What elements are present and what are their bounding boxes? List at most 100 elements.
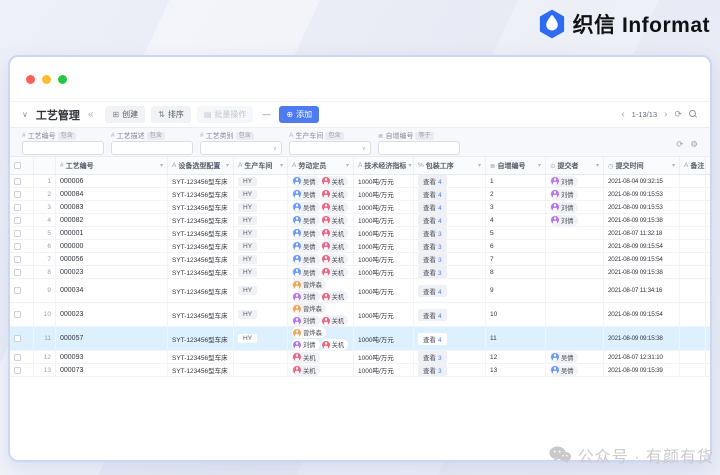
column-type-icon: A bbox=[358, 162, 363, 169]
view-button[interactable]: 查看 4 bbox=[418, 308, 447, 321]
row-checkbox[interactable] bbox=[14, 242, 21, 250]
table-row[interactable]: 11 000057 SYT-123456型车床 HY 曾烨森 刘倩 关机 1000吨/万元 查看… bbox=[10, 327, 710, 351]
filter-input-process-code[interactable] bbox=[22, 141, 104, 155]
cell-pack: 查看 3 bbox=[414, 253, 486, 265]
filter-operator[interactable]: 包含 bbox=[57, 131, 76, 140]
row-checkbox[interactable] bbox=[14, 311, 21, 318]
cell-staff: 曾烨森 刘倩 关机 bbox=[288, 327, 354, 350]
filter-operator[interactable]: 包含 bbox=[235, 131, 254, 140]
column-menu-caret[interactable]: ▾ bbox=[596, 162, 599, 169]
view-button[interactable]: 查看 4 bbox=[418, 214, 447, 226]
row-checkbox[interactable] bbox=[14, 287, 21, 294]
filter-operator[interactable]: 包含 bbox=[325, 131, 344, 140]
filter-input-auto-number[interactable] bbox=[378, 141, 460, 155]
minimize-window-button[interactable] bbox=[42, 74, 51, 84]
view-button[interactable]: 查看 4 bbox=[418, 284, 447, 297]
view-button[interactable]: 查看 3 bbox=[418, 227, 447, 239]
column-header-submitter[interactable]: ⊙ 提交者 ▾ bbox=[546, 157, 604, 174]
column-menu-caret[interactable]: ▾ bbox=[478, 162, 481, 169]
view-button[interactable]: 查看 4 bbox=[418, 332, 447, 345]
chevron-down-icon[interactable]: ∨ bbox=[22, 110, 28, 119]
column-menu-caret[interactable]: ▾ bbox=[346, 162, 349, 169]
filter-operator[interactable]: 包含 bbox=[146, 131, 165, 140]
view-button[interactable]: 查看 3 bbox=[418, 240, 447, 252]
table-row[interactable]: 5 000001 SYT-123456型车床 HY 吴倩 关机 1000吨/万元 查看 3 5 20… bbox=[10, 227, 710, 240]
column-header-equip[interactable]: A 设备选型配置 ▾ bbox=[168, 157, 234, 174]
create-button[interactable]: ⊞ 创建 bbox=[105, 106, 146, 123]
refresh-icon[interactable]: ⟳ bbox=[674, 109, 682, 120]
view-button[interactable]: 查看 4 bbox=[418, 201, 447, 213]
column-menu-caret[interactable]: ▾ bbox=[538, 162, 541, 169]
row-checkbox[interactable] bbox=[14, 177, 21, 185]
table-row[interactable]: 7 000056 SYT-123456型车床 HY 吴倩 关机 1000吨/万元 查看 3 7 20… bbox=[10, 253, 710, 266]
pagination-next-button[interactable]: › bbox=[664, 109, 667, 120]
pagination-prev-button[interactable]: ‹ bbox=[621, 109, 624, 120]
column-header-check[interactable] bbox=[10, 157, 34, 174]
row-checkbox[interactable] bbox=[14, 255, 21, 263]
table-row[interactable]: 1 000006 SYT-123456型车床 HY 吴倩 关机 1000吨/万元 查看 4 1 刘倩… bbox=[10, 175, 710, 188]
cell-staff: 吴倩 关机 bbox=[288, 175, 354, 187]
column-menu-caret[interactable]: ▾ bbox=[226, 162, 229, 169]
row-checkbox[interactable] bbox=[14, 268, 21, 276]
view-button[interactable]: 查看 3 bbox=[418, 364, 447, 376]
table-row[interactable]: 4 000082 SYT-123456型车床 HY 吴倩 关机 1000吨/万元 查看 4 4 刘倩… bbox=[10, 214, 710, 227]
column-type-icon: A bbox=[684, 162, 689, 169]
row-checkbox[interactable] bbox=[14, 366, 21, 374]
gear-icon[interactable]: ⚙ bbox=[690, 139, 698, 150]
view-button[interactable]: 查看 3 bbox=[418, 253, 447, 265]
column-header-staff[interactable]: A 劳动定员 ▾ bbox=[288, 157, 354, 174]
sort-button[interactable]: ⇅ 排序 bbox=[151, 106, 191, 123]
maximize-window-button[interactable] bbox=[58, 74, 67, 84]
select-all-checkbox[interactable] bbox=[14, 162, 21, 169]
search-icon[interactable] bbox=[689, 110, 698, 119]
cell-check bbox=[10, 240, 34, 252]
column-menu-caret[interactable]: ▾ bbox=[672, 162, 675, 169]
view-button[interactable]: 查看 3 bbox=[418, 351, 447, 363]
cell-autonum: 11 bbox=[486, 327, 546, 350]
reset-filters-icon[interactable]: ⟳ bbox=[676, 139, 683, 150]
table-row[interactable]: 8 000023 SYT-123456型车床 HY 吴倩 关机 1000吨/万元 查看 3 8 20… bbox=[10, 266, 710, 279]
row-checkbox[interactable] bbox=[14, 216, 21, 224]
close-window-button[interactable] bbox=[26, 74, 35, 84]
column-header-autonum[interactable]: ≣ 自增编号 ▾ bbox=[486, 157, 546, 174]
column-header-workshop[interactable]: A 生产车间 ▾ bbox=[234, 157, 288, 174]
more-button[interactable]: — bbox=[259, 106, 273, 123]
row-checkbox[interactable] bbox=[14, 353, 21, 361]
row-checkbox[interactable] bbox=[14, 335, 21, 342]
table-row[interactable]: 12 000093 SYT-123456型车床 关机 1000吨/万元 查看 3 12 吴倩 20… bbox=[10, 351, 710, 364]
table-row[interactable]: 2 000084 SYT-123456型车床 HY 吴倩 关机 1000吨/万元 查看 4 2 刘倩… bbox=[10, 188, 710, 201]
column-header-pack[interactable]: % 包装工序 ▾ bbox=[414, 157, 486, 174]
filter-operator[interactable]: 等于 bbox=[415, 131, 434, 140]
row-checkbox[interactable] bbox=[14, 229, 21, 237]
column-menu-caret[interactable]: ▾ bbox=[280, 162, 283, 169]
column-header-note[interactable]: A 备注 bbox=[680, 157, 706, 174]
table-row[interactable]: 9 000034 SYT-123456型车床 HY 曾烨森 刘倩 关机 1000吨/万元 查看 4… bbox=[10, 279, 710, 303]
collapse-panel-icon[interactable]: « bbox=[88, 109, 94, 120]
column-type-icon: ⊙ bbox=[550, 162, 556, 170]
add-button[interactable]: ⊕ 添加 bbox=[279, 106, 320, 123]
table-row[interactable]: 10 000023 SYT-123456型车床 HY 曾烨森 刘倩 关机 1000吨/万元 查看… bbox=[10, 303, 710, 327]
cell-check bbox=[10, 364, 34, 376]
avatar bbox=[293, 292, 301, 301]
view-button[interactable]: 查看 4 bbox=[418, 188, 447, 200]
column-menu-caret[interactable]: ▾ bbox=[408, 162, 411, 169]
column-header-time[interactable]: ◷ 提交时间 ▾ bbox=[604, 157, 680, 174]
filter-select-workshop[interactable]: ∨ bbox=[289, 141, 371, 155]
row-checkbox[interactable] bbox=[14, 203, 21, 211]
cell-idx: 11 bbox=[34, 327, 56, 350]
view-button[interactable]: 查看 3 bbox=[418, 266, 447, 278]
person-chip: 吴倩 bbox=[292, 266, 320, 278]
column-header-tech[interactable]: A 技术经济指标 ▾ bbox=[354, 157, 414, 174]
view-button[interactable]: 查看 4 bbox=[418, 175, 447, 187]
table-row[interactable]: 3 000083 SYT-123456型车床 HY 吴倩 关机 1000吨/万元 查看 4 3 刘倩… bbox=[10, 201, 710, 214]
column-menu-caret[interactable]: ▾ bbox=[160, 162, 163, 169]
avatar bbox=[551, 353, 559, 361]
column-header-code[interactable]: # 工艺编号 ▾ bbox=[56, 157, 168, 174]
cell-check bbox=[10, 266, 34, 278]
filter-select-process-category[interactable]: ∨ bbox=[200, 141, 282, 155]
row-checkbox[interactable] bbox=[14, 190, 21, 198]
workshop-tag: HY bbox=[238, 176, 258, 186]
filter-input-process-description[interactable] bbox=[111, 141, 193, 155]
table-row[interactable]: 13 000073 SYT-123456型车床 关机 1000吨/万元 查看 3 13 吴倩 20… bbox=[10, 364, 710, 377]
table-row[interactable]: 6 000000 SYT-123456型车床 HY 吴倩 关机 1000吨/万元 查看 3 6 20… bbox=[10, 240, 710, 253]
